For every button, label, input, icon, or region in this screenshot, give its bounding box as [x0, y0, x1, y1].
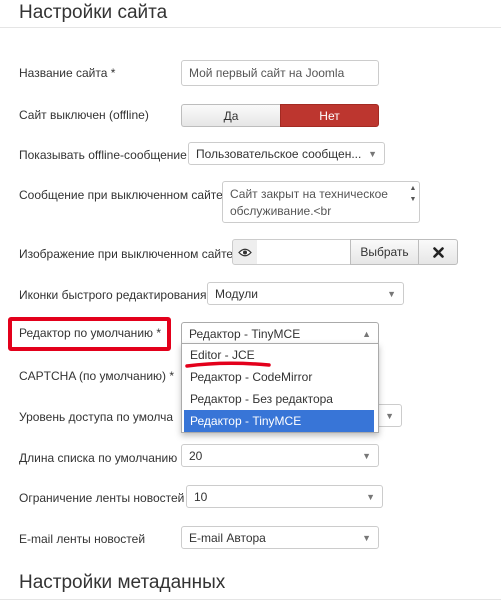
list-limit-value: 20 [189, 448, 203, 463]
frontend-editing-value: Модули [215, 286, 258, 301]
chevron-down-icon: ▼ [362, 532, 371, 543]
chevron-down-icon: ▼ [387, 288, 396, 299]
eye-icon[interactable] [232, 239, 258, 265]
offline-image-label: Изображение при выключенном сайте [19, 247, 234, 261]
list-limit-label: Длина списка по умолчанию [19, 451, 178, 465]
list-limit-select[interactable]: 20 ▼ [181, 444, 379, 467]
metadata-section-title: Настройки метаданных [19, 572, 226, 593]
frontend-editing-label: Иконки быстрого редактирования [19, 288, 207, 302]
clear-image-button[interactable] [418, 239, 458, 265]
access-label: Уровень доступа по умолча [19, 410, 174, 424]
default-editor-label: Редактор по умолчанию * [19, 326, 162, 340]
textarea-scrollbar[interactable]: ▲ ▼ [408, 183, 418, 221]
editor-dropdown-list: Editor - JCE Редактор - CodeMirror Редак… [181, 343, 379, 433]
frontend-editing-select[interactable]: Модули ▼ [207, 282, 404, 305]
feed-limit-value: 10 [194, 489, 208, 504]
default-editor-select[interactable]: Редактор - TinyMCE ▲ [181, 322, 379, 345]
default-editor-value: Редактор - TinyMCE [189, 326, 301, 341]
offline-image-path-input[interactable] [257, 239, 351, 265]
offline-message-show-value: Пользовательское сообщен... [196, 146, 362, 161]
feed-limit-select[interactable]: 10 ▼ [186, 485, 383, 508]
site-name-value: Мой первый сайт на Joomla [189, 66, 345, 80]
offline-message-label: Сообщение при выключенном сайте [19, 188, 223, 202]
close-icon [432, 246, 444, 258]
red-underline [185, 361, 271, 368]
captcha-label: CAPTCHA (по умолчанию) * [19, 369, 175, 383]
offline-message-value: Сайт закрыт на техническое обслуживание.… [230, 187, 388, 218]
offline-message-show-select[interactable]: Пользовательское сообщен... ▼ [188, 142, 385, 165]
chevron-down-icon: ▼ [362, 450, 371, 461]
feed-limit-label: Ограничение ленты новостей [19, 491, 185, 505]
chevron-down-icon: ▼ [366, 491, 375, 502]
chevron-up-icon: ▲ [362, 328, 371, 339]
offline-message-show-label: Показывать offline-сообщение [19, 148, 187, 162]
section-divider [0, 27, 501, 28]
metadata-section-divider [0, 599, 501, 600]
section-title: Настройки сайта [19, 2, 168, 23]
editor-option[interactable]: Редактор - Без редактора [184, 388, 374, 410]
site-name-label: Название сайта * [19, 66, 116, 80]
chevron-down-icon: ▼ [368, 148, 377, 159]
offline-message-textarea[interactable]: Сайт закрыт на техническое обслуживание.… [222, 181, 420, 223]
feed-email-label: E-mail ленты новостей [19, 532, 146, 546]
editor-option-selected[interactable]: Редактор - TinyMCE [184, 410, 374, 432]
feed-email-value: E-mail Автора [189, 530, 266, 545]
offline-yes-button[interactable]: Да [181, 104, 280, 127]
offline-no-button[interactable]: Нет [280, 104, 379, 127]
feed-email-select[interactable]: E-mail Автора ▼ [181, 526, 379, 549]
site-name-input[interactable]: Мой первый сайт на Joomla [181, 60, 379, 86]
chevron-down-icon: ▼ [385, 410, 394, 421]
offline-label: Сайт выключен (offline) [19, 108, 149, 122]
select-image-button[interactable]: Выбрать [350, 239, 419, 265]
